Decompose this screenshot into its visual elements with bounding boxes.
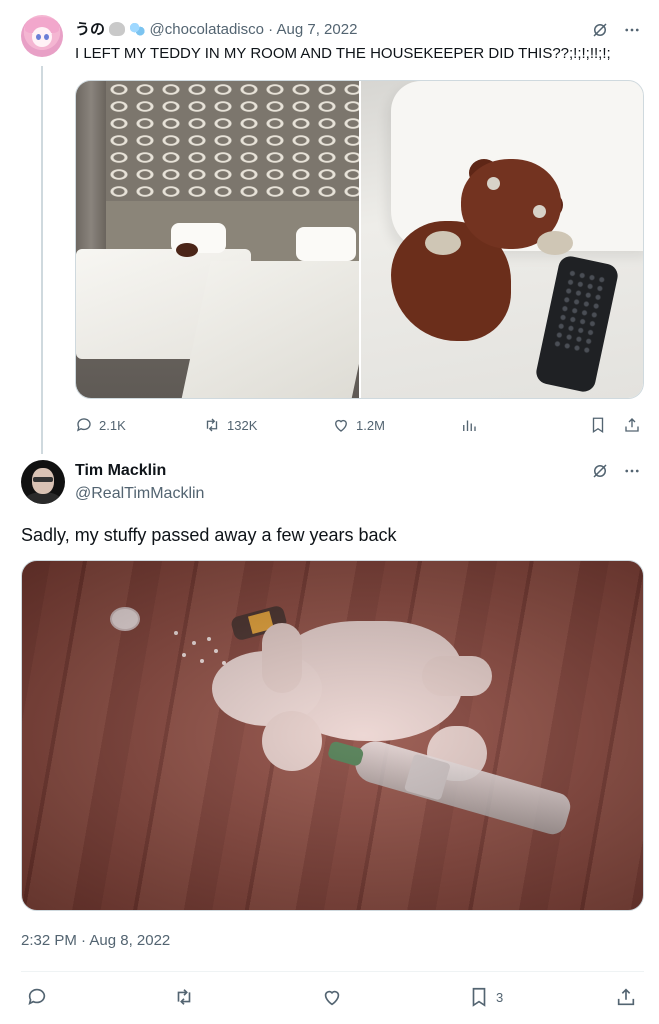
tweet-actions: 3 [21,986,644,1010]
reply-icon [76,418,91,432]
tweet-header: うの @chocolatadisco · Aug 7, 2022 [75,20,357,40]
mouse-emoji-icon [109,22,126,36]
reply-count: 2.1K [99,417,126,433]
bubbles-emoji-icon [129,22,146,36]
more-icon[interactable] [623,21,641,39]
display-name[interactable]: うの [75,21,105,38]
tweet-text: Sadly, my stuffy passed away a few years… [21,525,397,545]
avatar[interactable] [21,460,65,504]
share-icon [617,988,635,1006]
tweet-header-actions [591,462,641,480]
retweet-button[interactable] [173,986,195,1008]
retweet-icon [206,418,218,432]
tweet-header-actions [591,21,641,39]
tweet-text: I LEFT MY TEDDY IN MY ROOM AND THE HOUSE… [75,45,611,62]
display-name[interactable]: Tim Macklin [75,461,166,481]
like-count: 1.2M [356,417,385,433]
like-icon [324,990,340,1006]
tweet-media[interactable] [75,80,644,399]
like-button[interactable] [321,986,343,1008]
like-button[interactable]: 1.2M [332,414,385,436]
photo-teddy-with-remote[interactable] [360,81,643,398]
tweet-media[interactable] [21,560,644,911]
share-button[interactable] [615,986,637,1008]
reply-button[interactable] [26,986,48,1008]
avatar[interactable] [21,15,63,57]
separator: · [268,21,274,38]
bookmark-icon [592,417,604,434]
thread-line [41,66,43,454]
bookmark-button[interactable] [589,414,607,436]
grok-icon[interactable] [591,462,609,480]
photo-hotel-room[interactable] [76,81,359,398]
share-icon [625,418,639,432]
like-icon [335,419,347,432]
reply-icon [28,988,46,1005]
handle[interactable]: @RealTimMacklin [75,484,204,504]
more-icon[interactable] [623,462,641,480]
views-button[interactable] [460,414,478,436]
bookmark-button[interactable]: 3 [468,986,503,1008]
bookmark-icon [472,987,486,1007]
bookmark-count: 3 [496,989,504,1005]
views-icon [463,420,476,431]
handle[interactable]: @chocolatadisco [150,21,264,38]
share-button[interactable] [623,414,641,436]
retweet-count: 132K [227,417,258,433]
tweet-actions: 2.1K 132K 1.2M [75,414,644,436]
tweet-date[interactable]: Aug 7, 2022 [277,21,358,38]
tweet-timestamp[interactable]: 2:32 PM · Aug 8, 2022 [21,931,170,951]
retweet-button[interactable]: 132K [203,414,257,436]
reply-button[interactable]: 2.1K [75,414,126,436]
grok-icon[interactable] [591,21,609,39]
divider [21,971,644,972]
retweet-icon [177,989,191,1005]
